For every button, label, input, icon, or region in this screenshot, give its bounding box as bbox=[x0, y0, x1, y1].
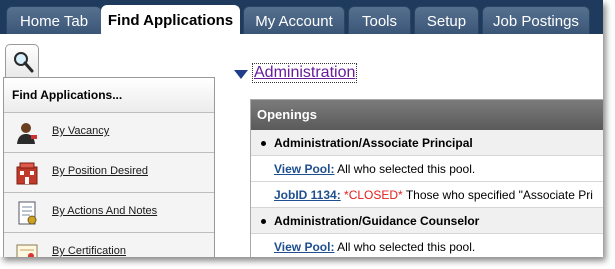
sidebar: Find Applications... By Vacancy By Posit… bbox=[3, 40, 215, 257]
tab-tools[interactable]: Tools bbox=[348, 6, 411, 34]
tab-job-postings[interactable]: Job Postings bbox=[482, 6, 590, 34]
tab-find-applications[interactable]: Find Applications bbox=[101, 5, 240, 35]
list-item: View Pool: All who selected this pool. bbox=[251, 156, 603, 182]
item-text: All who selected this pool. bbox=[334, 162, 476, 176]
menu-item-label: By Actions And Notes bbox=[52, 205, 158, 217]
building-icon bbox=[16, 162, 38, 185]
category-row: Administration/Guidance Counselor bbox=[251, 208, 603, 234]
list-item: View Pool: All who selected this pool. bbox=[251, 234, 603, 257]
person-icon bbox=[17, 123, 37, 144]
find-applications-menu: Find Applications... By Vacancy By Posit… bbox=[3, 77, 215, 257]
menu-item-by-certification[interactable]: By Certification bbox=[4, 233, 214, 257]
collapse-triangle-icon[interactable] bbox=[234, 70, 248, 79]
tab-my-account[interactable]: My Account bbox=[243, 6, 345, 34]
list-item: JobID 1134: *CLOSED* Those who specified… bbox=[251, 182, 603, 208]
certificate-icon bbox=[16, 244, 38, 257]
menu-item-label: By Certification bbox=[52, 245, 126, 257]
tab-underline bbox=[0, 34, 603, 39]
menu-item-label: By Position Desired bbox=[52, 165, 148, 177]
category-label: Administration/Associate Principal bbox=[274, 136, 473, 150]
menu-item-by-actions-and-notes[interactable]: By Actions And Notes bbox=[4, 193, 214, 233]
bullet-icon bbox=[261, 219, 266, 225]
menu-item-label: By Vacancy bbox=[52, 125, 110, 137]
openings-header: Openings bbox=[251, 100, 603, 130]
view-pool-link[interactable]: View Pool: bbox=[274, 240, 334, 254]
menu-item-by-vacancy[interactable]: By Vacancy bbox=[4, 113, 214, 153]
search-tab[interactable] bbox=[5, 44, 39, 78]
item-text: Those who specified "Associate Pri bbox=[402, 188, 593, 202]
jobid-link[interactable]: JobID 1134: bbox=[274, 188, 341, 202]
category-label: Administration/Guidance Counselor bbox=[274, 214, 480, 228]
tab-home[interactable]: Home Tab bbox=[6, 6, 102, 34]
openings-panel: Openings Administration/Associate Princi… bbox=[250, 99, 603, 257]
category-row: Administration/Associate Principal bbox=[251, 130, 603, 156]
item-text: All who selected this pool. bbox=[334, 240, 476, 254]
section-title-link[interactable]: Administration bbox=[251, 63, 358, 83]
tab-bar: Home Tab Find Applications My Account To… bbox=[0, 0, 603, 35]
closed-badge: *CLOSED* bbox=[340, 188, 403, 202]
menu-item-by-position-desired[interactable]: By Position Desired bbox=[4, 153, 214, 193]
tab-setup[interactable]: Setup bbox=[414, 6, 479, 34]
menu-header: Find Applications... bbox=[4, 78, 214, 113]
bullet-icon bbox=[261, 141, 266, 147]
magnifier-icon bbox=[14, 52, 34, 73]
app-window: Home Tab Find Applications My Account To… bbox=[0, 0, 603, 257]
view-pool-link[interactable]: View Pool: bbox=[274, 162, 334, 176]
notes-icon bbox=[18, 201, 37, 225]
